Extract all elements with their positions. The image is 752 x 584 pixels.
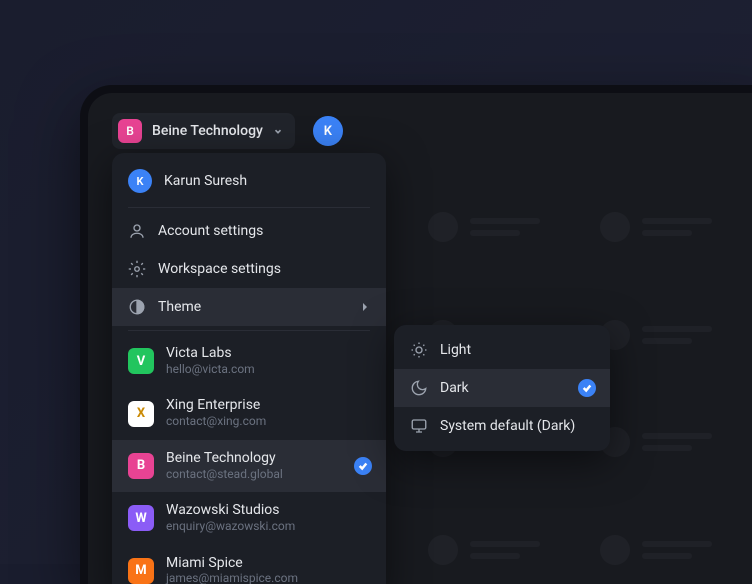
workspace-logo: W bbox=[128, 505, 154, 531]
workspace-name: Beine Technology bbox=[152, 123, 263, 139]
menu-label: Theme bbox=[158, 299, 201, 315]
workspace-badge: B bbox=[118, 119, 142, 143]
workspace-item-wazowski[interactable]: W Wazowski Studios enquiry@wazowski.com bbox=[112, 492, 386, 544]
monitor-icon bbox=[410, 417, 428, 435]
theme-label: Dark bbox=[440, 380, 469, 396]
check-icon bbox=[354, 457, 372, 475]
gear-icon bbox=[128, 260, 146, 278]
theme-light-item[interactable]: Light bbox=[394, 331, 610, 369]
workspace-email: enquiry@wazowski.com bbox=[166, 519, 370, 535]
workspace-item-victa[interactable]: V Victa Labs hello@victa.com bbox=[112, 335, 386, 387]
workspace-item-beine[interactable]: B Beine Technology contact@stead.global bbox=[112, 440, 386, 492]
workspace-title: Miami Spice bbox=[166, 555, 370, 572]
user-avatar-small: K bbox=[128, 169, 152, 193]
moon-icon bbox=[410, 379, 428, 397]
contrast-icon bbox=[128, 298, 146, 316]
workspace-title: Wazowski Studios bbox=[166, 502, 370, 519]
workspace-info: Wazowski Studios enquiry@wazowski.com bbox=[166, 502, 370, 534]
sun-icon bbox=[410, 341, 428, 359]
theme-dark-item[interactable]: Dark bbox=[394, 369, 610, 407]
theme-item[interactable]: Theme bbox=[112, 288, 386, 326]
workspace-title: Victa Labs bbox=[166, 345, 370, 362]
workspace-logo: V bbox=[128, 348, 154, 374]
theme-submenu: Light Dark System default (Dark) bbox=[394, 325, 610, 451]
dropdown-menu: K Karun Suresh Account settings Workspac… bbox=[112, 153, 386, 584]
chevron-right-icon bbox=[360, 302, 370, 312]
workspace-logo: B bbox=[128, 453, 154, 479]
workspace-settings-item[interactable]: Workspace settings bbox=[112, 250, 386, 288]
workspace-email: contact@stead.global bbox=[166, 467, 370, 483]
workspace-selector[interactable]: B Beine Technology bbox=[112, 113, 295, 149]
workspace-info: Xing Enterprise contact@xing.com bbox=[166, 397, 370, 429]
account-settings-item[interactable]: Account settings bbox=[112, 212, 386, 250]
workspace-item-miami[interactable]: M Miami Spice james@miamispice.com bbox=[112, 545, 386, 584]
screen: B Beine Technology K K Karun Suresh Acco… bbox=[88, 93, 752, 584]
user-avatar[interactable]: K bbox=[313, 116, 343, 146]
workspace-item-xing[interactable]: X Xing Enterprise contact@xing.com bbox=[112, 387, 386, 439]
device-frame: B Beine Technology K K Karun Suresh Acco… bbox=[80, 85, 752, 584]
divider bbox=[128, 207, 370, 208]
user-icon bbox=[128, 222, 146, 240]
workspace-logo: M bbox=[128, 558, 154, 584]
menu-label: Account settings bbox=[158, 223, 263, 239]
user-profile-item[interactable]: K Karun Suresh bbox=[112, 159, 386, 203]
theme-label: System default (Dark) bbox=[440, 418, 575, 434]
divider bbox=[128, 330, 370, 331]
workspace-info: Victa Labs hello@victa.com bbox=[166, 345, 370, 377]
workspace-title: Beine Technology bbox=[166, 450, 370, 467]
workspace-info: Miami Spice james@miamispice.com bbox=[166, 555, 370, 584]
workspace-email: james@miamispice.com bbox=[166, 571, 370, 584]
workspace-email: contact@xing.com bbox=[166, 414, 370, 430]
theme-label: Light bbox=[440, 342, 471, 358]
workspace-logo: X bbox=[128, 401, 154, 427]
user-name: Karun Suresh bbox=[164, 173, 247, 189]
theme-system-item[interactable]: System default (Dark) bbox=[394, 407, 610, 445]
workspace-info: Beine Technology contact@stead.global bbox=[166, 450, 370, 482]
workspace-email: hello@victa.com bbox=[166, 362, 370, 378]
chevron-down-icon bbox=[273, 126, 283, 136]
menu-label: Workspace settings bbox=[158, 261, 281, 277]
workspace-title: Xing Enterprise bbox=[166, 397, 370, 414]
check-icon bbox=[578, 379, 596, 397]
